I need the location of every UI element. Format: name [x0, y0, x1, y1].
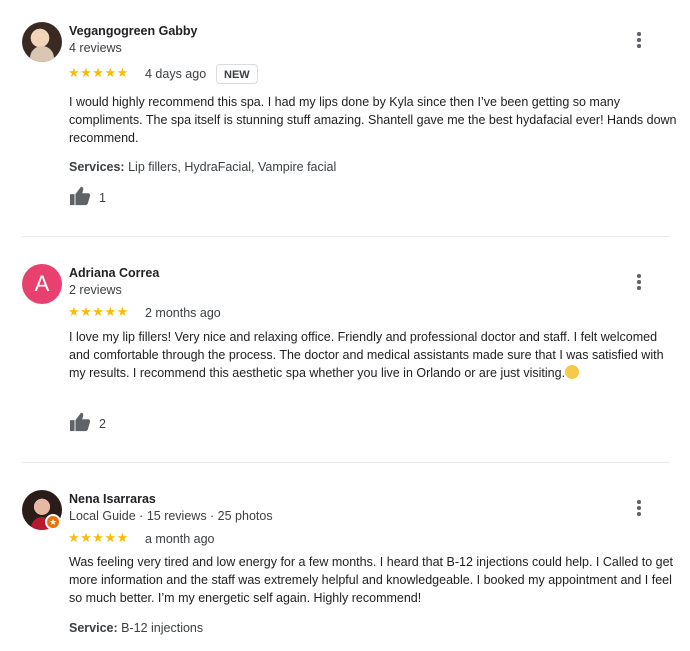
review-text: I love my lip fillers! Very nice and rel… — [69, 328, 679, 382]
reviewer-meta[interactable]: 4 reviews — [69, 41, 122, 55]
reviewer-name[interactable]: Adriana Correa — [69, 266, 159, 280]
like-button[interactable] — [69, 412, 91, 434]
services-label: Services: — [69, 160, 125, 174]
reviewer-name[interactable]: Nena Isarraras — [69, 492, 156, 506]
more-options-button[interactable] — [634, 500, 644, 516]
review-text: Was feeling very tired and low energy fo… — [69, 555, 674, 605]
star-rating: ★★★★★ — [68, 65, 129, 80]
reviewer-meta[interactable]: Local Guide · 15 reviews · 25 photos — [69, 509, 273, 523]
reviewer-avatar[interactable]: A — [22, 264, 62, 304]
reviewer-avatar[interactable] — [22, 22, 62, 62]
review-card: ★ Nena Isarraras Local Guide · 15 review… — [0, 463, 690, 651]
review-card: A Adriana Correa 2 reviews ★★★★★ 2 month… — [0, 237, 690, 462]
new-badge: NEW — [216, 64, 258, 84]
review-date: 2 months ago — [145, 306, 221, 320]
like-button[interactable] — [69, 186, 91, 208]
more-vert-icon — [634, 500, 644, 516]
thumb-up-icon — [70, 412, 91, 432]
review-date: a month ago — [145, 532, 215, 546]
smiling-face-icon — [565, 365, 580, 379]
star-rating: ★★★★★ — [68, 530, 129, 545]
more-vert-icon — [634, 274, 644, 290]
more-options-button[interactable] — [634, 274, 644, 290]
local-guide-badge-icon: ★ — [45, 514, 61, 530]
review-services: Service: B-12 injections — [69, 621, 203, 635]
review-services: Services: Lip fillers, HydraFacial, Vamp… — [69, 160, 336, 174]
thumb-up-icon — [70, 186, 91, 206]
reviewer-meta[interactable]: 2 reviews — [69, 283, 122, 297]
review-card: Vegangogreen Gabby 4 reviews ★★★★★ 4 day… — [0, 0, 690, 236]
like-count: 2 — [99, 417, 106, 431]
services-value: B-12 injections — [121, 621, 204, 635]
more-options-button[interactable] — [634, 32, 644, 48]
like-count: 1 — [99, 191, 106, 205]
review-text: I would highly recommend this spa. I had… — [69, 95, 677, 145]
more-vert-icon — [634, 32, 644, 48]
review-date: 4 days ago — [145, 67, 207, 81]
reviewer-name[interactable]: Vegangogreen Gabby — [69, 24, 198, 38]
services-value: Lip fillers, HydraFacial, Vampire facial — [128, 160, 337, 174]
services-label: Service: — [69, 621, 118, 635]
star-rating: ★★★★★ — [68, 304, 129, 319]
